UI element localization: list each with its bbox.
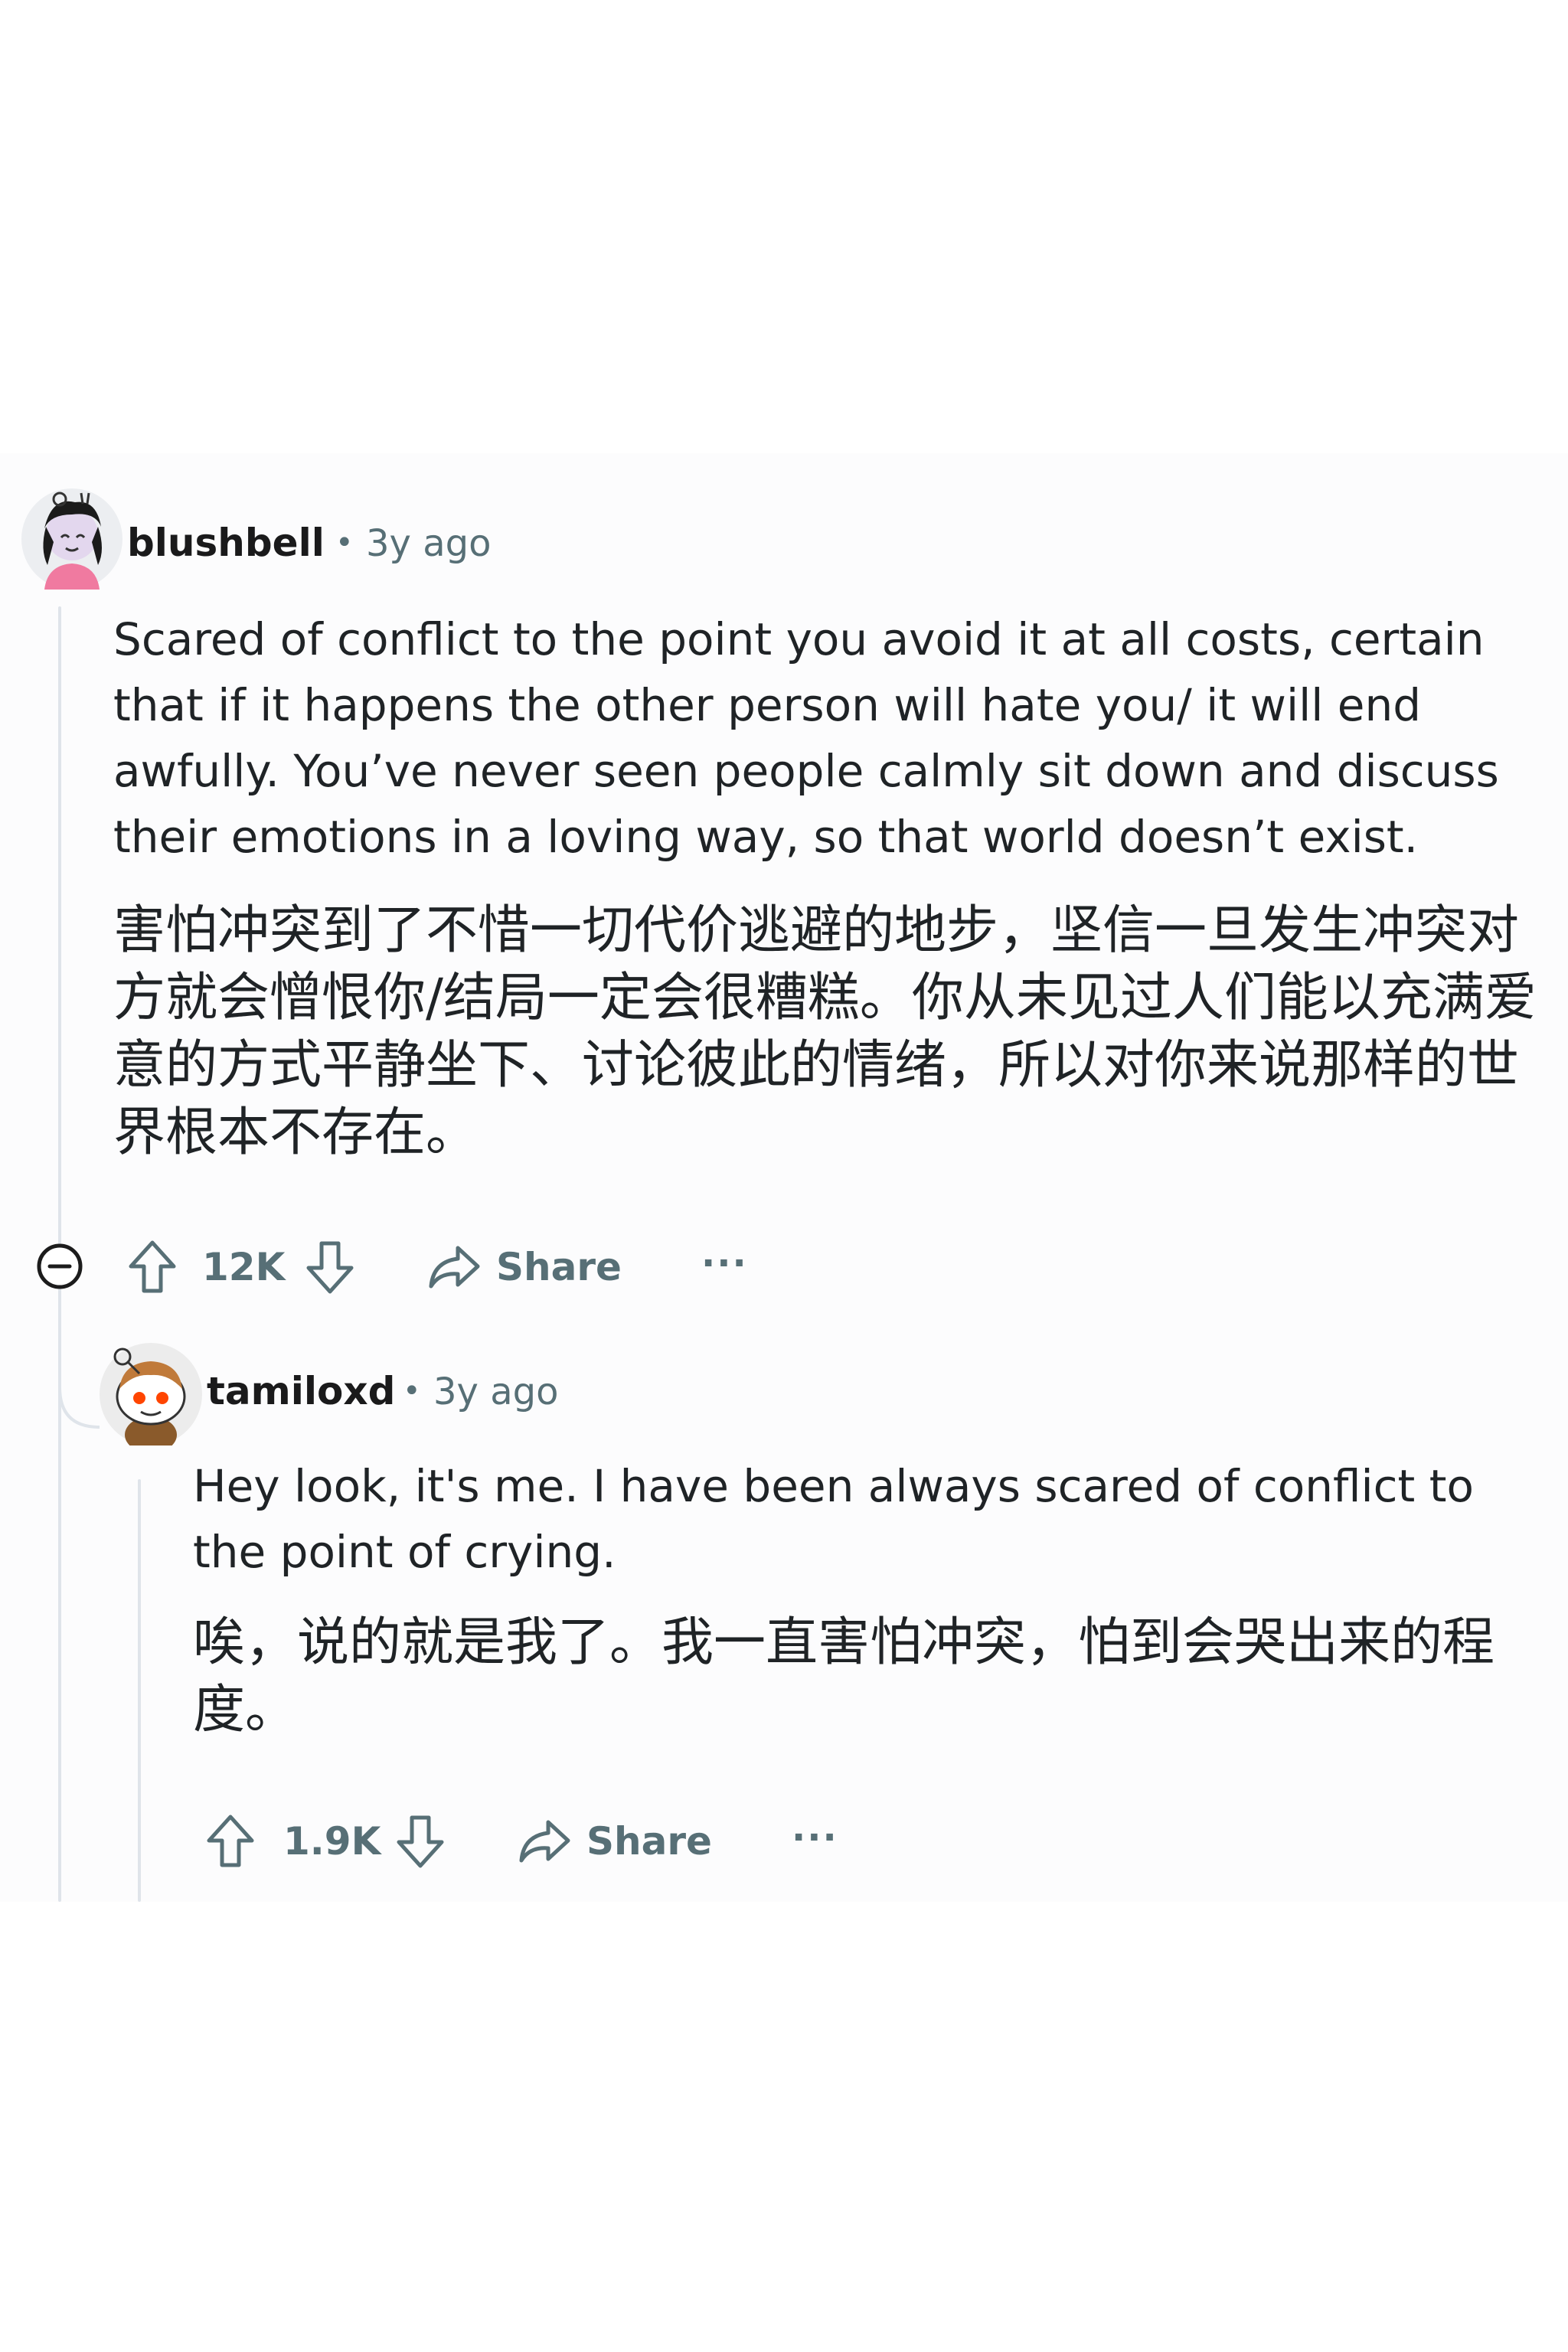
comment-actions: 12K Share ··· xyxy=(0,1227,842,1295)
vote-count: 1.9K xyxy=(283,1819,381,1864)
comment-body-english: Hey look, it's me. I have been always sc… xyxy=(193,1460,1474,1578)
comment-body-chinese: 唉，说的就是我了。我一直害怕冲突，怕到会哭出来的程度。 xyxy=(193,1612,1495,1740)
timestamp[interactable]: 3y ago xyxy=(366,522,491,565)
avatar[interactable] xyxy=(21,488,122,590)
comment-body-chinese: 害怕冲突到了不惜一切代价逃避的地步，坚信一旦发生冲突对方就会憎恨你/结局一定会很… xyxy=(113,900,1537,1163)
vote-count: 12K xyxy=(202,1245,286,1289)
share-label: Share xyxy=(586,1819,712,1864)
share-button[interactable]: Share xyxy=(427,1243,622,1291)
avatar-image-icon xyxy=(23,490,121,590)
upvote-icon[interactable] xyxy=(126,1239,179,1295)
comment-body-english: Scared of conflict to the point you avoi… xyxy=(113,613,1499,863)
share-icon xyxy=(518,1818,571,1865)
thread-connector xyxy=(58,1295,100,1429)
downvote-icon[interactable] xyxy=(303,1239,357,1295)
downvote-icon[interactable] xyxy=(394,1813,447,1870)
username[interactable]: blushbell xyxy=(127,521,325,565)
avatar[interactable] xyxy=(100,1343,202,1453)
timestamp[interactable]: 3y ago xyxy=(433,1370,558,1413)
more-options-button[interactable]: ··· xyxy=(701,1242,748,1285)
avatar-image-icon xyxy=(101,1344,201,1453)
username[interactable]: tamiloxd xyxy=(207,1369,395,1413)
share-button[interactable]: Share xyxy=(518,1818,712,1865)
meta-separator: • xyxy=(403,1374,421,1409)
upvote-icon[interactable] xyxy=(204,1813,257,1870)
share-icon xyxy=(427,1243,481,1291)
meta-separator: • xyxy=(335,525,354,560)
more-options-button[interactable]: ··· xyxy=(792,1816,838,1859)
share-label: Share xyxy=(496,1245,622,1289)
comment-thread: blushbell • 3y ago Scared of conflict to… xyxy=(0,453,1568,1902)
comment-actions: 1.9K Share ··· xyxy=(0,1802,919,1871)
collapse-icon[interactable] xyxy=(35,1242,84,1291)
